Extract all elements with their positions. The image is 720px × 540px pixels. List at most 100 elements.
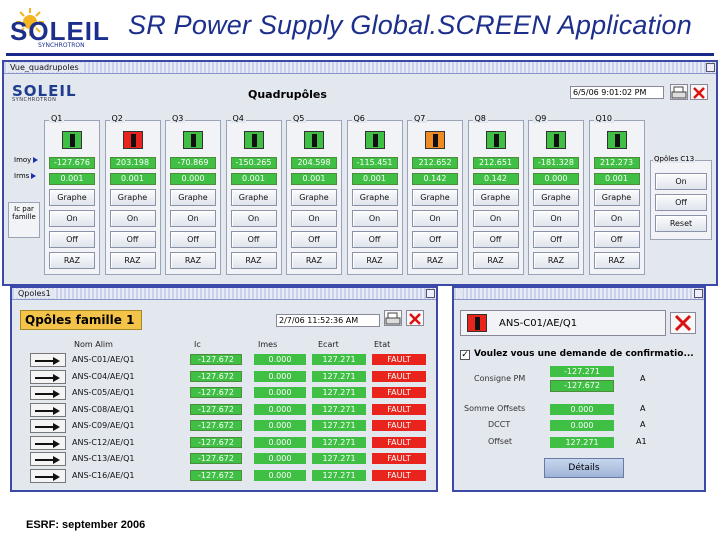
select-row-arrow-icon[interactable] <box>30 353 66 367</box>
on-button[interactable]: On <box>230 210 277 227</box>
imoy-value: -150.265 <box>230 157 277 169</box>
select-row-arrow-icon[interactable] <box>30 386 66 400</box>
off-button[interactable]: Off <box>351 231 398 248</box>
on-button[interactable]: On <box>109 210 156 227</box>
select-row-arrow-icon[interactable] <box>30 369 66 384</box>
status-indicator[interactable] <box>606 131 627 149</box>
consigne-input[interactable]: -127.672 <box>550 380 614 392</box>
irms-value: 0.000 <box>170 173 216 185</box>
confirm-checkbox[interactable]: ✓ <box>460 350 470 360</box>
ic-input[interactable]: -127.672 <box>190 403 242 415</box>
on-button[interactable]: On <box>49 210 95 227</box>
graphe-button[interactable]: Graphe <box>291 189 337 206</box>
close-icon[interactable] <box>406 310 424 326</box>
status-indicator[interactable] <box>122 131 143 149</box>
ic-input[interactable]: -127.672 <box>190 453 242 464</box>
status-indicator[interactable] <box>304 131 324 149</box>
imoy-label-text: Imoy <box>14 156 32 164</box>
ic-input[interactable]: -127.672 <box>190 469 242 481</box>
dcct-unit: A <box>640 420 646 429</box>
qpoles-c13-on-button[interactable]: On <box>655 173 707 190</box>
graphe-button[interactable]: Graphe <box>472 189 519 206</box>
select-row-arrow-icon[interactable] <box>30 419 66 433</box>
etat-cell: FAULT <box>372 370 426 382</box>
raz-button[interactable]: RAZ <box>351 252 398 269</box>
status-indicator[interactable] <box>62 131 82 149</box>
close-icon[interactable] <box>690 84 708 100</box>
quadrupoles-window: Vue_quadrupoles SOLEIL SYNCHROTRON Quadr… <box>2 60 718 286</box>
raz-button[interactable]: RAZ <box>230 252 277 269</box>
on-button[interactable]: On <box>170 210 216 227</box>
raz-button[interactable]: RAZ <box>49 252 95 269</box>
ic-input[interactable]: -127.672 <box>190 354 242 365</box>
graphe-button[interactable]: Graphe <box>593 189 640 206</box>
raz-button[interactable]: RAZ <box>533 252 579 269</box>
ic-input[interactable]: -127.672 <box>190 387 242 398</box>
ic-par-famille-button[interactable]: Ic par famille <box>8 202 40 238</box>
status-indicator[interactable] <box>243 131 264 149</box>
quadrupoles-heading: Quadrupôles <box>248 88 327 101</box>
on-button[interactable]: On <box>472 210 519 227</box>
off-button[interactable]: Off <box>472 231 519 248</box>
on-button[interactable]: On <box>291 210 337 227</box>
graphe-button[interactable]: Graphe <box>351 189 398 206</box>
family-heading: Qpôles famille 1 <box>20 310 142 330</box>
status-indicator[interactable] <box>183 131 203 149</box>
on-button[interactable]: On <box>412 210 458 227</box>
qpoles-c13-label: Qpôles C13 <box>653 155 696 163</box>
off-button[interactable]: Off <box>291 231 337 248</box>
family-window-close-box[interactable] <box>426 289 435 298</box>
off-button[interactable]: Off <box>412 231 458 248</box>
qpoles-c13-off-button[interactable]: Off <box>655 194 707 211</box>
graphe-button[interactable]: Graphe <box>412 189 458 206</box>
graphe-button[interactable]: Graphe <box>533 189 579 206</box>
ic-input[interactable]: -127.672 <box>190 370 242 382</box>
off-button[interactable]: Off <box>170 231 216 248</box>
raz-button[interactable]: RAZ <box>109 252 156 269</box>
graphe-button[interactable]: Graphe <box>49 189 95 206</box>
quadrupoles-window-titlebar[interactable]: Vue_quadrupoles <box>4 62 716 74</box>
close-icon[interactable] <box>670 312 696 334</box>
device-name-cell: ANS-C08/AE/Q1 <box>72 404 135 414</box>
off-button[interactable]: Off <box>593 231 640 248</box>
details-button[interactable]: Détails <box>544 458 624 478</box>
off-button[interactable]: Off <box>109 231 156 248</box>
ecart-cell: 127.271 <box>312 453 366 464</box>
select-row-arrow-icon[interactable] <box>30 452 66 466</box>
print-icon[interactable] <box>670 84 688 100</box>
etat-cell: FAULT <box>372 469 426 481</box>
raz-button[interactable]: RAZ <box>472 252 519 269</box>
on-button[interactable]: On <box>351 210 398 227</box>
column-header-imes: Imes <box>258 340 278 349</box>
status-indicator[interactable] <box>546 131 566 149</box>
family-window-titlebar[interactable]: Qpoles1 <box>12 288 436 300</box>
print-icon[interactable] <box>384 310 402 326</box>
off-button[interactable]: Off <box>533 231 579 248</box>
ic-input[interactable]: -127.672 <box>190 420 242 431</box>
qpoles-c13-reset-button[interactable]: Reset <box>655 215 707 232</box>
detail-window-titlebar[interactable] <box>454 288 704 300</box>
ic-input[interactable]: -127.672 <box>190 436 242 448</box>
raz-button[interactable]: RAZ <box>170 252 216 269</box>
status-indicator[interactable] <box>364 131 385 149</box>
raz-button[interactable]: RAZ <box>291 252 337 269</box>
select-row-arrow-icon[interactable] <box>30 435 66 450</box>
graphe-button[interactable]: Graphe <box>230 189 277 206</box>
graphe-button[interactable]: Graphe <box>109 189 156 206</box>
status-indicator[interactable] <box>425 131 445 149</box>
imoy-value: 212.273 <box>593 157 640 169</box>
off-button[interactable]: Off <box>230 231 277 248</box>
detail-window-close-box[interactable] <box>694 289 703 298</box>
irms-label-text: Irms <box>14 172 30 180</box>
raz-button[interactable]: RAZ <box>593 252 640 269</box>
graphe-button[interactable]: Graphe <box>170 189 216 206</box>
window-close-box[interactable] <box>706 63 715 72</box>
raz-button[interactable]: RAZ <box>412 252 458 269</box>
on-button[interactable]: On <box>593 210 640 227</box>
off-button[interactable]: Off <box>49 231 95 248</box>
select-row-arrow-icon[interactable] <box>30 468 66 483</box>
select-row-arrow-icon[interactable] <box>30 402 66 417</box>
status-indicator[interactable] <box>485 131 506 149</box>
column-name: Q1 <box>49 114 65 123</box>
on-button[interactable]: On <box>533 210 579 227</box>
